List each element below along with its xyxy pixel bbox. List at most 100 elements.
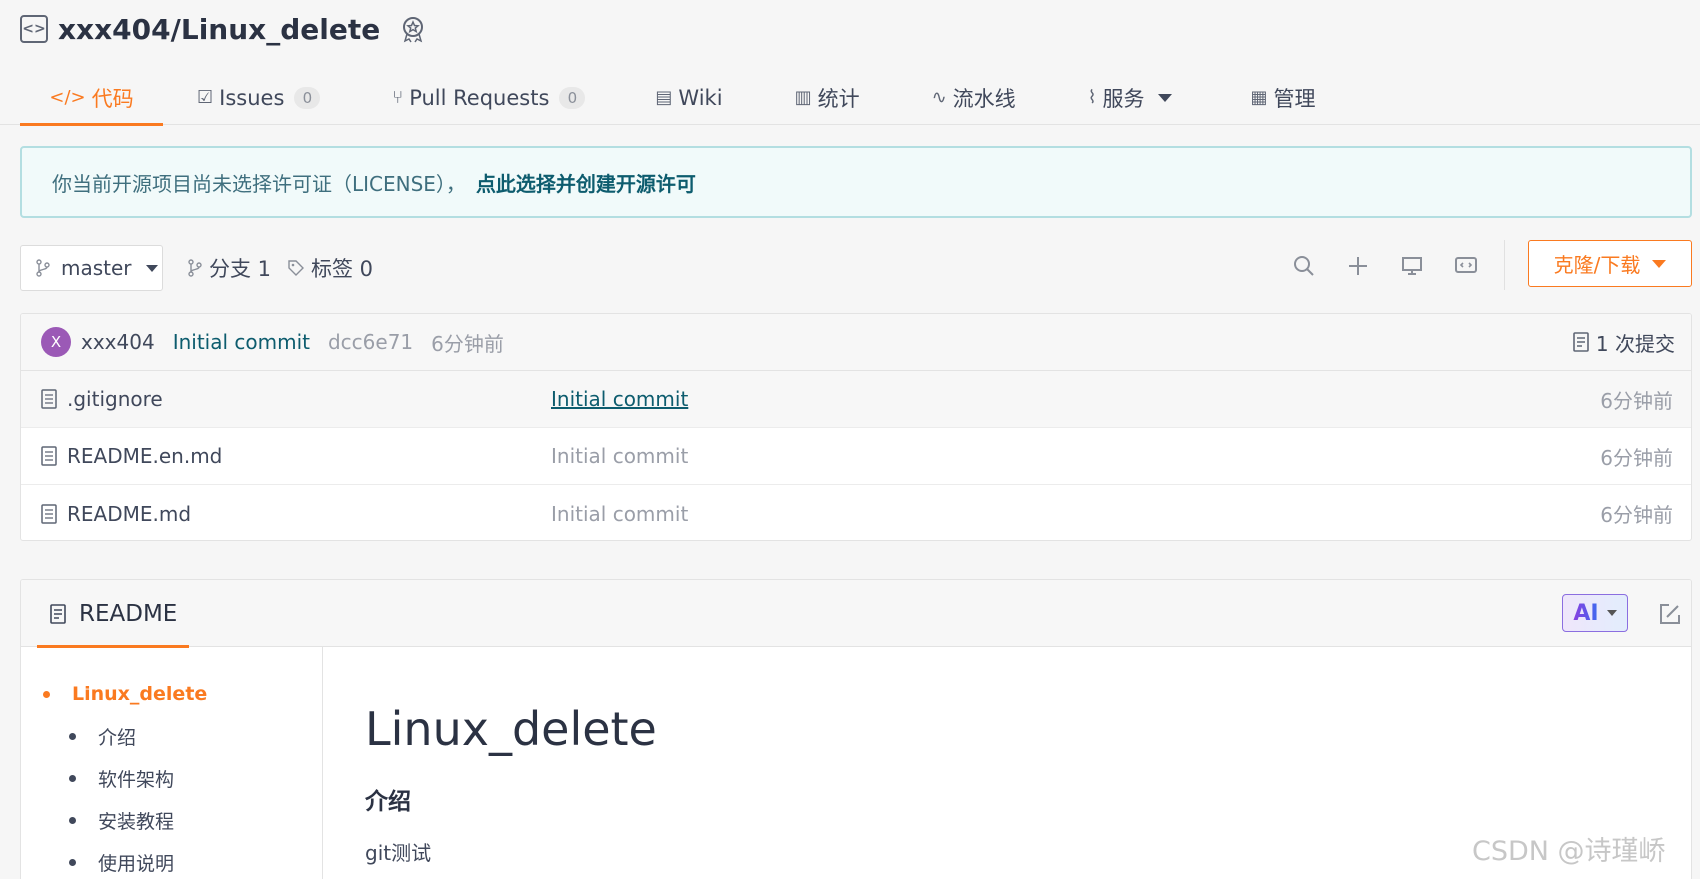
bullet-icon — [69, 816, 76, 824]
commit-count-link[interactable]: 1 次提交 — [1572, 328, 1675, 357]
file-commit-link[interactable]: Initial commit — [551, 502, 688, 526]
file-name: .gitignore — [67, 387, 163, 411]
repo-tabs: </> 代码 ☑ Issues 0 ⑂ Pull Requests 0 ▤ Wi… — [20, 70, 1315, 126]
commit-author[interactable]: xxx404 — [81, 330, 155, 354]
ai-label: AI — [1573, 600, 1599, 626]
tab-manage[interactable]: ▦ 管理 — [1250, 70, 1315, 125]
ai-assistant-button[interactable]: AI — [1562, 594, 1628, 632]
issues-count-badge: 0 — [294, 86, 321, 109]
pulse-icon: ⌇ — [1087, 87, 1097, 108]
tab-label: Wiki — [678, 85, 723, 110]
file-icon — [41, 446, 57, 466]
file-tools — [1290, 248, 1480, 284]
table-row[interactable]: README.en.md Initial commit 6分钟前 — [21, 428, 1691, 485]
clone-download-button[interactable]: 克隆/下载 — [1528, 240, 1692, 287]
pr-count-badge: 0 — [559, 86, 586, 109]
file-time: 6分钟前 — [1600, 445, 1673, 470]
edit-icon[interactable] — [1657, 601, 1683, 627]
pull-request-icon: ⑂ — [392, 87, 404, 108]
readme-paragraph: git测试 — [365, 841, 432, 865]
toc-label: 使用说明 — [98, 852, 175, 875]
issues-icon: ☑ — [197, 87, 214, 108]
code-icon: </> — [49, 87, 86, 108]
file-time: 6分钟前 — [1600, 503, 1673, 527]
table-row[interactable]: .gitignore Initial commit 6分钟前 — [21, 371, 1691, 428]
toolbar-divider — [1504, 240, 1505, 290]
file-icon — [41, 503, 57, 524]
file-time: 6分钟前 — [1600, 388, 1673, 413]
tab-stats[interactable]: ▥ 统计 — [795, 70, 860, 125]
table-row[interactable]: README.md Initial commit 6分钟前 — [21, 485, 1691, 540]
tag-icon — [288, 260, 304, 276]
tab-pull-requests[interactable]: ⑂ Pull Requests 0 — [392, 70, 586, 125]
commit-hash[interactable]: dcc6e71 — [328, 330, 413, 354]
watermark: CSDN @诗瑾峤 — [1472, 836, 1666, 867]
bullet-icon — [43, 690, 50, 698]
tab-services[interactable]: ⌇ 服务 — [1088, 70, 1173, 125]
search-icon[interactable] — [1290, 252, 1318, 280]
toc-item[interactable]: Linux_delete — [21, 673, 322, 715]
repo-name[interactable]: xxx404/Linux_delete — [58, 13, 380, 46]
branches-link[interactable]: 分支 1 — [187, 252, 271, 284]
bar-chart-icon: ▥ — [794, 87, 812, 108]
document-icon — [50, 603, 66, 624]
readme-toc: Linux_delete 介绍 软件架构 安装教程 使用说明 — [21, 647, 323, 879]
readme-tab-label: README — [79, 600, 178, 627]
tab-label: 流水线 — [952, 86, 1016, 111]
award-badge-icon[interactable] — [398, 14, 428, 44]
file-name-link[interactable]: .gitignore — [41, 387, 163, 411]
tags-label: 标签 0 — [311, 257, 374, 281]
tab-pipeline[interactable]: ∿ 流水线 — [932, 70, 1016, 125]
create-license-link[interactable]: 点此选择并创建开源许可 — [476, 168, 696, 197]
readme-title: Linux_delete — [365, 702, 657, 756]
toc-label: 介绍 — [98, 726, 137, 749]
readme-header: README AI — [21, 580, 1691, 648]
tab-label: Issues — [219, 85, 285, 110]
avatar[interactable]: X — [41, 327, 71, 357]
branches-label: 分支 1 — [209, 257, 272, 281]
file-icon — [41, 389, 57, 409]
commit-message[interactable]: Initial commit — [173, 330, 310, 354]
file-table: X xxx404 Initial commit dcc6e71 6分钟前 1 次… — [20, 313, 1692, 541]
file-name-link[interactable]: README.en.md — [41, 444, 222, 468]
branch-select[interactable]: master — [20, 245, 163, 291]
bullet-icon — [69, 774, 76, 782]
file-name: README.en.md — [67, 444, 223, 468]
tab-label: 统计 — [817, 86, 860, 111]
bullet-icon — [69, 858, 76, 866]
tab-wiki[interactable]: ▤ Wiki — [655, 70, 722, 125]
toc-item[interactable]: 安装教程 — [21, 799, 322, 841]
branch-name: master — [61, 256, 132, 280]
file-name-link[interactable]: README.md — [41, 502, 191, 526]
license-notice: 你当前开源项目尚未选择许可证（LICENSE）， 点此选择并创建开源许可 — [20, 146, 1692, 218]
readme-tab[interactable]: README — [37, 580, 190, 648]
tags-link[interactable]: 标签 0 — [287, 252, 373, 284]
branch-icon — [36, 259, 50, 277]
document-icon — [1573, 332, 1589, 352]
settings-doc-icon: ▦ — [1250, 87, 1268, 108]
toc-item[interactable]: 使用说明 — [21, 841, 322, 879]
toc-item[interactable]: 软件架构 — [21, 757, 322, 799]
plus-icon[interactable] — [1344, 252, 1372, 280]
repo-header: <> xxx404/Linux_delete </> 代码 ☑ Issues 0… — [0, 0, 1700, 126]
toc-label: 软件架构 — [98, 768, 175, 791]
bullet-icon — [69, 732, 76, 740]
repo-title-bar: <> xxx404/Linux_delete — [20, 12, 428, 46]
tab-issues[interactable]: ☑ Issues 0 — [197, 70, 321, 125]
toc-item[interactable]: 介绍 — [21, 715, 322, 757]
monitor-icon[interactable] — [1398, 252, 1426, 280]
chevron-down-icon — [145, 264, 158, 272]
comment-code-icon[interactable] — [1452, 252, 1480, 280]
book-icon: ▤ — [655, 87, 673, 108]
chevron-down-icon — [1606, 610, 1617, 616]
tab-label: Pull Requests — [409, 85, 550, 110]
file-commit-link[interactable]: Initial commit — [551, 387, 688, 411]
toc-label: 安装教程 — [98, 810, 175, 833]
file-commit-link[interactable]: Initial commit — [551, 444, 688, 468]
tab-label: 代码 — [91, 86, 134, 111]
notice-text: 你当前开源项目尚未选择许可证（LICENSE）， — [52, 171, 466, 196]
chevron-down-icon — [1652, 259, 1667, 268]
code-box-icon: <> — [20, 15, 48, 43]
tab-code[interactable]: </> 代码 — [20, 70, 163, 126]
tab-label: 服务 — [1102, 86, 1145, 111]
